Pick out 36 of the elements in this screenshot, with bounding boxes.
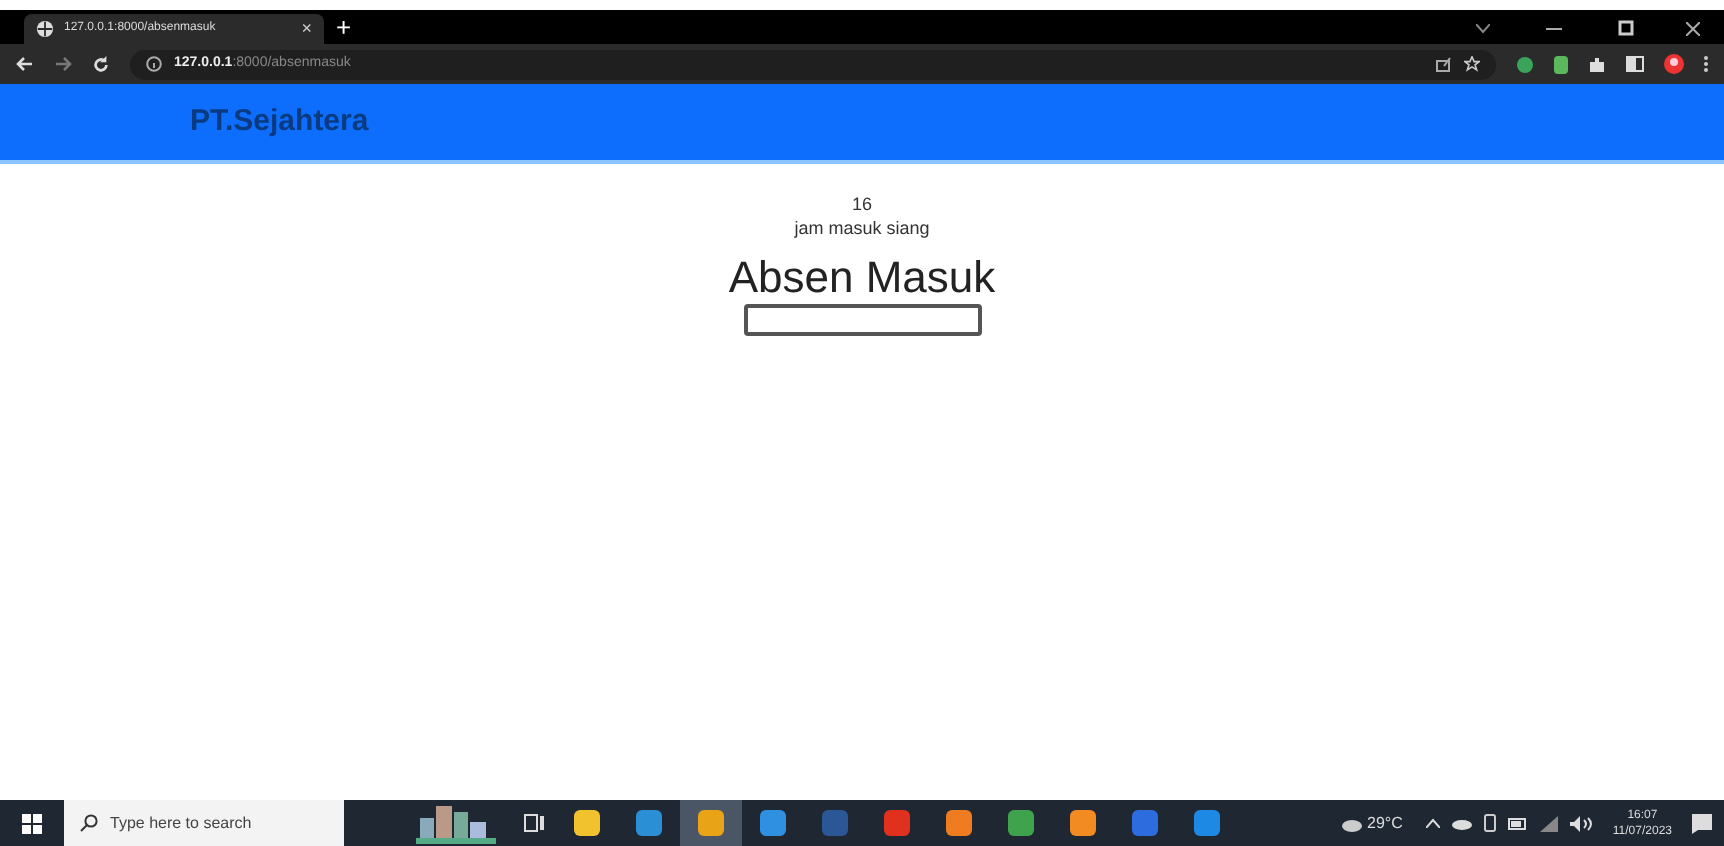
input-field[interactable] (743, 304, 981, 336)
city-icon[interactable] (416, 802, 496, 844)
puzzle-icon[interactable] (1588, 55, 1606, 73)
notification-icon[interactable] (1692, 813, 1712, 833)
weather-text: 29°C (1367, 811, 1403, 835)
weather-icon (1337, 815, 1362, 831)
restore-icon[interactable] (1618, 20, 1634, 36)
extension-icon[interactable] (1554, 55, 1568, 73)
task-view-icon[interactable] (524, 814, 544, 832)
star-icon[interactable] (1464, 56, 1480, 72)
forward-arrow-icon[interactable] (54, 56, 72, 72)
hour-text: 16 (851, 192, 872, 216)
search-field[interactable]: Type here to search (64, 800, 344, 846)
windows-icon[interactable] (22, 813, 42, 833)
tab-close-button[interactable]: × (301, 20, 312, 38)
page-heading: Absen Masuk (728, 252, 996, 304)
speaker-icon[interactable] (1570, 815, 1593, 831)
new-tab-button[interactable]: + (336, 14, 352, 40)
cloud-icon[interactable] (1452, 817, 1473, 829)
globe-icon (36, 20, 54, 38)
back-arrow-icon[interactable] (16, 56, 34, 72)
search-placeholder: Type here to search (110, 811, 252, 835)
chevron-up-icon[interactable] (1426, 818, 1441, 828)
battery-icon[interactable] (1508, 817, 1529, 829)
shift-text: jam masuk siang (794, 216, 930, 240)
side-panel-icon[interactable] (1626, 56, 1644, 72)
extension-icon[interactable] (1516, 55, 1534, 73)
reload-icon[interactable] (92, 55, 110, 73)
device-icon[interactable] (1484, 814, 1497, 832)
info-icon (146, 56, 162, 72)
chevron-down-icon[interactable] (1476, 24, 1490, 34)
signal-icon[interactable] (1540, 815, 1559, 831)
close-icon[interactable] (1686, 22, 1700, 36)
share-icon[interactable] (1436, 56, 1452, 72)
avatar-icon[interactable] (1664, 54, 1684, 74)
search-icon (80, 814, 98, 832)
